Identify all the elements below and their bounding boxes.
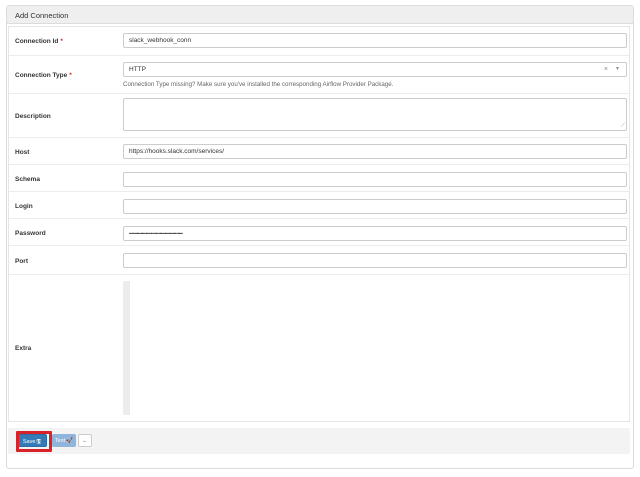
back-button[interactable]: ← [78,434,92,447]
password-input[interactable]: ••••••••••••••••••••••••••••••••••••••••… [123,226,627,241]
row-login: Login [9,191,629,218]
required-mark: * [69,72,72,79]
host-label: Host [15,149,30,156]
description-label: Description [15,113,51,120]
required-mark: * [60,38,63,45]
connection-type-label: Connection Type * [15,72,72,79]
row-host: Host https://hooks.slack.com/services/ [9,137,629,164]
description-textarea[interactable]: ⟋ [123,98,627,131]
port-input[interactable] [123,253,627,268]
extra-label: Extra [15,345,32,352]
editor-gutter [123,281,130,415]
password-label: Password [15,230,46,237]
clear-icon[interactable]: × [604,66,608,73]
schema-input[interactable] [123,172,627,187]
row-connection-type: Connection Type * HTTP × ▼ Connection Typ… [9,55,629,93]
row-password: Password •••••••••••••••••••••••••••••••… [9,218,629,245]
extra-json-editor[interactable] [123,281,627,415]
arrow-left-icon: ← [82,438,88,444]
connection-form: Connection Id * slack_webhook_conn Connec… [8,26,630,422]
save-highlight-box [16,431,52,452]
panel-heading: Add Connection [7,6,633,24]
login-label: Login [15,203,33,210]
test-button[interactable]: Test🚀 [52,434,76,447]
connection-type-help: Connection Type missing? Make sure you'v… [123,81,394,88]
schema-label: Schema [15,176,40,183]
connection-type-select[interactable]: HTTP × ▼ [123,62,627,77]
login-input[interactable] [123,199,627,214]
row-extra: Extra [9,274,629,423]
rocket-icon: 🚀 [66,438,73,444]
connection-type-value: HTTP [129,66,146,73]
connection-id-label: Connection Id * [15,38,63,45]
form-actions: Save🖫 Test🚀 ← [8,428,630,454]
row-port: Port [9,245,629,274]
host-input[interactable]: https://hooks.slack.com/services/ [123,144,627,159]
port-label: Port [15,258,28,265]
chevron-down-icon[interactable]: ▼ [615,66,620,72]
row-schema: Schema [9,164,629,191]
row-description: Description ⟋ [9,93,629,137]
row-connection-id: Connection Id * slack_webhook_conn [9,27,629,55]
resize-handle-icon[interactable]: ⟋ [621,123,625,130]
connection-id-input[interactable]: slack_webhook_conn [123,33,627,48]
